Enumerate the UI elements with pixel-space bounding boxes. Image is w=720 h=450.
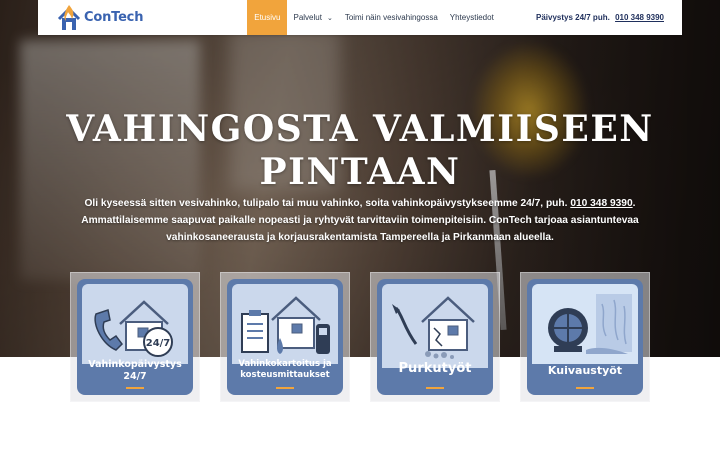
card-label: Purkutyöt — [377, 361, 493, 377]
hero-title: VAHINGOSTA VALMIISEEN PINTAAN — [0, 108, 720, 194]
nav-item-etusivu[interactable]: Etusivu — [247, 0, 288, 35]
nav-item-label: Etusivu — [254, 13, 281, 22]
service-card-vahinkopaivystys[interactable]: 24/7 Vahinkopäivystys 24/7 — [70, 272, 200, 402]
nav-item-palvelut[interactable]: Palvelut ⌄ — [287, 0, 338, 35]
phone-link[interactable]: 010 348 9390 — [615, 13, 664, 22]
nav-item-yhteystiedot[interactable]: Yhteystiedot — [444, 0, 500, 35]
card-accent-bar — [126, 387, 144, 389]
demolition-house-icon — [382, 284, 488, 368]
hero-text-part1: Oli kyseessä sitten vesivahinko, tulipal… — [84, 198, 568, 209]
card-label-line1: Kuivaustyöt — [547, 364, 623, 377]
phone-prefix: Päivystys 24/7 puh. — [536, 13, 610, 22]
hero-title-line2: PINTAAN — [259, 151, 461, 193]
card-body: Vahinkokartoitus ja kosteusmittaukset — [227, 279, 343, 395]
service-card-purkutyot[interactable]: Purkutyöt — [370, 272, 500, 402]
site-header: ConTech Etusivu Palvelut ⌄ Toimi näin ve… — [38, 0, 682, 35]
nav-item-label: Toimi näin vesivahingossa — [344, 13, 438, 22]
nav-item-label: Palvelut — [293, 13, 322, 22]
nav-item-toimi-nain[interactable]: Toimi näin vesivahingossa — [339, 0, 444, 35]
brand-logo[interactable]: ConTech — [56, 0, 143, 35]
card-label: Vahinkopäivystys 24/7 — [77, 359, 193, 383]
main-nav: Etusivu Palvelut ⌄ Toimi näin vesivahing… — [247, 0, 500, 35]
card-label-line1: Vahinkokartoitus ja — [238, 359, 332, 369]
card-accent-bar — [276, 387, 294, 389]
clipboard-moisture-meter-icon — [232, 284, 338, 364]
svg-text:24/7: 24/7 — [146, 338, 171, 349]
drying-fan-icon — [532, 284, 638, 364]
phone-house-24-7-icon: 24/7 — [82, 284, 188, 364]
card-body: 24/7 Vahinkopäivystys 24/7 — [77, 279, 193, 395]
card-body: Kuivaustyöt — [527, 279, 643, 395]
card-accent-bar — [576, 387, 594, 389]
hero-title-line1: VAHINGOSTA VALMIISEEN — [66, 108, 654, 150]
chevron-down-icon: ⌄ — [326, 14, 333, 22]
house-flame-logo-icon — [56, 3, 82, 33]
hero-phone-link[interactable]: 010 348 9390 — [570, 198, 632, 209]
header-phone: Päivystys 24/7 puh. 010 348 9390 — [536, 13, 664, 22]
card-label-line1: Vahinkopäivystys — [88, 359, 182, 370]
card-label-line2: 24/7 — [123, 371, 147, 382]
brand-name: ConTech — [84, 10, 144, 25]
card-label: Vahinkokartoitus ja kosteusmittaukset — [227, 359, 343, 381]
service-card-kuivaustyot[interactable]: Kuivaustyöt — [520, 272, 650, 402]
card-label-line1: Purkutyöt — [398, 361, 472, 376]
hero-description: Oli kyseessä sitten vesivahinko, tulipal… — [80, 195, 640, 246]
card-label: Kuivaustyöt — [527, 364, 643, 378]
service-card-vahinkokartoitus[interactable]: Vahinkokartoitus ja kosteusmittaukset — [220, 272, 350, 402]
card-accent-bar — [426, 387, 444, 389]
card-body: Purkutyöt — [377, 279, 493, 395]
card-label-line2: kosteusmittaukset — [240, 370, 330, 380]
nav-item-label: Yhteystiedot — [449, 13, 494, 22]
